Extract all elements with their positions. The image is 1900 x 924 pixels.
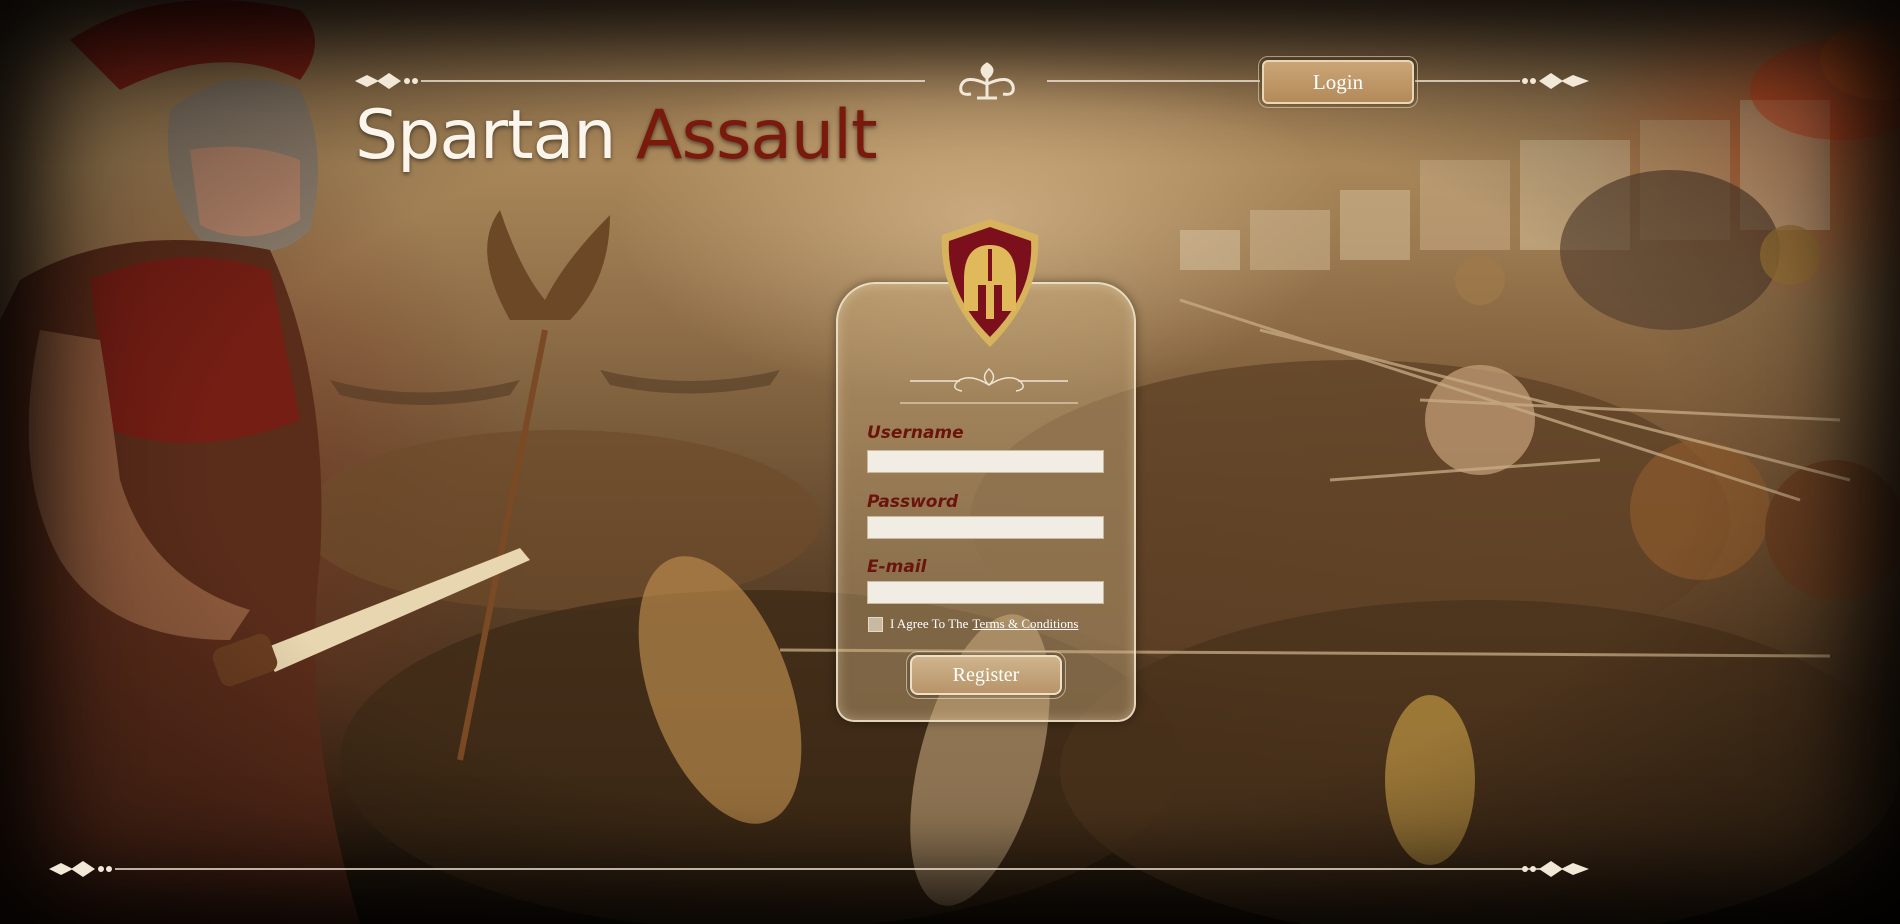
diamond-ornament-icon bbox=[355, 73, 418, 89]
username-input[interactable] bbox=[867, 450, 1104, 473]
fleur-de-lis-icon bbox=[959, 62, 1015, 100]
ships bbox=[330, 370, 780, 405]
password-label: Password bbox=[867, 492, 959, 512]
terms-conditions-link[interactable]: Terms & Conditions bbox=[972, 616, 1078, 631]
spartan-helmet-shield-icon bbox=[941, 219, 1039, 347]
email-label: E-mail bbox=[867, 557, 927, 577]
diamond-ornament-icon bbox=[1522, 861, 1589, 877]
diamond-ornament-icon bbox=[1522, 73, 1589, 89]
game-title: Spartan Assault bbox=[355, 96, 878, 175]
fire-glow bbox=[1750, 20, 1900, 140]
register-button[interactable]: Register bbox=[906, 651, 1066, 699]
panel-flourish bbox=[900, 367, 1078, 404]
email-input[interactable] bbox=[867, 581, 1104, 604]
password-input[interactable] bbox=[867, 516, 1104, 539]
diamond-ornament-icon bbox=[49, 861, 112, 877]
bottom-ornament bbox=[49, 861, 1589, 877]
terms-agreement-row: I Agree To The Terms & Conditions bbox=[868, 615, 1078, 633]
terms-checkbox[interactable] bbox=[868, 616, 883, 632]
game-title-primary: Spartan bbox=[355, 96, 616, 175]
login-button[interactable]: Login bbox=[1258, 56, 1418, 108]
game-title-accent: Assault bbox=[636, 96, 878, 175]
username-label: Username bbox=[867, 423, 964, 443]
terms-agreement-text: I Agree To The bbox=[890, 616, 969, 631]
